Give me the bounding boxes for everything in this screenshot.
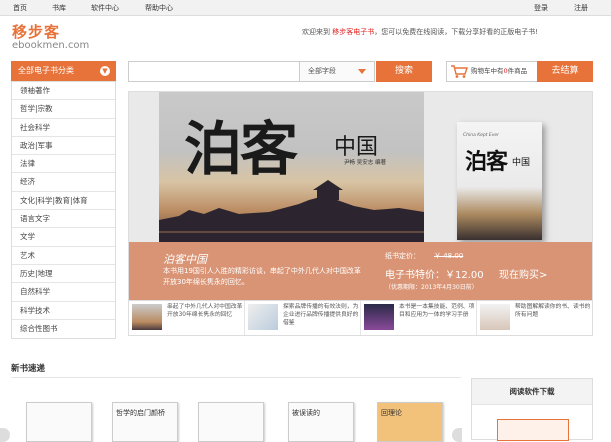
caret-down-icon bbox=[358, 69, 366, 74]
new-book-item[interactable] bbox=[198, 402, 264, 442]
search-button[interactable]: 搜索 bbox=[376, 61, 432, 82]
nav-library-link[interactable]: 书库 bbox=[52, 0, 66, 16]
category-item-language[interactable]: 语言文字 bbox=[12, 210, 115, 229]
category-item-literature[interactable]: 文学 bbox=[12, 228, 115, 247]
new-book-item[interactable]: 被误读的 bbox=[288, 402, 354, 442]
category-item-history[interactable]: 历史|地理 bbox=[12, 265, 115, 284]
book-cover[interactable]: China Kept Ever 泊客 中国 bbox=[457, 122, 542, 240]
welcome-site-name: 移步客电子书 bbox=[332, 28, 375, 36]
banner-info-strip: 泊客中国 本书用19国引人入胜的精彩访谈，串起了中外几代人对中国改革开放30年绵… bbox=[129, 242, 592, 300]
category-header-label: 全部电子书分类 bbox=[18, 66, 74, 75]
thumbnail-image bbox=[132, 304, 162, 330]
new-book-title: 哲学的启门颜桥 bbox=[116, 409, 165, 417]
welcome-message: 欢迎来到 移步客电子书，您可以免费在线阅读，下载分享好看的正版电子书! bbox=[302, 27, 538, 37]
thumbnail-image bbox=[364, 304, 394, 330]
new-book-item[interactable]: 回理论 bbox=[377, 402, 443, 442]
reader-download-panel: 阅读软件下载 bbox=[471, 378, 593, 441]
category-item-general[interactable]: 综合性图书 bbox=[12, 320, 115, 338]
category-item-culture[interactable]: 文化|科学|教育|体育 bbox=[12, 192, 115, 211]
category-item-economics[interactable]: 经济 bbox=[12, 173, 115, 192]
new-book-title: 回理论 bbox=[381, 409, 402, 417]
chevron-down-icon: ▼ bbox=[100, 66, 110, 76]
category-item-technology[interactable]: 科学技术 bbox=[12, 302, 115, 320]
nav-help-link[interactable]: 帮助中心 bbox=[145, 0, 173, 16]
cart-text-prefix: 购物车中有 bbox=[471, 67, 504, 75]
welcome-suffix: ，您可以免费在线阅读，下载分享好看的正版电子书! bbox=[374, 28, 539, 36]
paper-price: 纸书定价： ￥ 48.00 bbox=[385, 251, 463, 261]
new-book-title: 被误读的 bbox=[292, 409, 320, 417]
buy-now-link[interactable]: 现在购买> bbox=[499, 266, 547, 281]
thumbnail-item[interactable]: 串起了中外几代人对中国改革开放30年绵长隽永的回忆 bbox=[129, 301, 245, 335]
banner-book-title: 泊客中国 bbox=[163, 253, 207, 266]
category-item-social-science[interactable]: 社会科学 bbox=[12, 119, 115, 137]
new-book-item[interactable]: 哲学的启门颜桥 bbox=[112, 402, 178, 442]
cart-text-suffix: 件商品 bbox=[507, 67, 528, 75]
thumbnail-item[interactable]: 探索品牌传播的有效法则，为企业进行品牌传播提供良好的借鉴 bbox=[245, 301, 361, 335]
reader-download-button[interactable] bbox=[497, 419, 569, 441]
ebook-special-price: 电子书特价：￥12.00 bbox=[385, 270, 484, 281]
shopping-cart-icon bbox=[451, 65, 468, 78]
category-header[interactable]: 全部电子书分类 ▼ bbox=[11, 61, 116, 81]
register-link[interactable]: 注册 bbox=[574, 0, 588, 16]
category-item-natural-science[interactable]: 自然科学 bbox=[12, 283, 115, 302]
welcome-prefix: 欢迎来到 bbox=[302, 28, 333, 36]
paper-price-label: 纸书定价： bbox=[385, 252, 420, 260]
top-nav-bar: 首页 书库 软件中心 帮助中心 登录 注册 bbox=[0, 0, 611, 16]
cover-chinese-title: 泊客 bbox=[465, 149, 508, 175]
category-item-politics[interactable]: 政治|军事 bbox=[12, 137, 115, 156]
banner-author: 尹畅 吴安志 编著 bbox=[344, 160, 386, 166]
reader-download-title: 阅读软件下载 bbox=[472, 379, 592, 405]
thumbnail-caption: 帮助图解解读你的书、读书的所有问题 bbox=[515, 304, 591, 318]
banner-thumbnail-strip: 串起了中外几代人对中国改革开放30年绵长隽永的回忆 探索品牌传播的有效法则，为企… bbox=[128, 301, 593, 336]
banner-title-suffix: 中国 bbox=[334, 135, 379, 160]
search-field-value: 全部字段 bbox=[308, 67, 336, 75]
category-item-philosophy[interactable]: 哲学|宗教 bbox=[12, 100, 115, 119]
nav-software-link[interactable]: 软件中心 bbox=[91, 0, 119, 16]
logo-chinese[interactable]: 移步客 bbox=[12, 21, 60, 42]
offer-deadline-note: （优惠期限：2013年4月30日前） bbox=[385, 284, 478, 291]
banner-calligraphy-title: 泊客 bbox=[184, 115, 298, 183]
login-link[interactable]: 登录 bbox=[534, 0, 548, 16]
banner-description: 本书用19国引人入胜的精彩访谈，串起了中外几代人对中国改革开放30年绵长隽永的回… bbox=[163, 267, 361, 286]
thumbnail-image bbox=[480, 304, 510, 330]
cover-english-title: China Kept Ever bbox=[463, 133, 500, 138]
thumbnail-image bbox=[248, 304, 278, 330]
thumbnail-caption: 探索品牌传播的有效法则，为企业进行品牌传播提供良好的借鉴 bbox=[283, 304, 359, 326]
category-item-law[interactable]: 法律 bbox=[12, 155, 115, 174]
cover-chinese-suffix: 中国 bbox=[512, 158, 531, 168]
nav-home-link[interactable]: 首页 bbox=[13, 0, 27, 16]
cart-summary[interactable]: 购物车中有0件商品 bbox=[446, 61, 538, 82]
thumbnail-item[interactable]: 本书是一本集技能、范例、项目和应用为一体的学习手册 bbox=[361, 301, 477, 335]
new-books-heading: 新书速递 bbox=[11, 364, 46, 374]
new-book-item[interactable] bbox=[26, 402, 92, 442]
divider bbox=[11, 377, 461, 378]
logo-domain[interactable]: ebookmen.com bbox=[12, 40, 89, 51]
category-list: 领袖著作 哲学|宗教 社会科学 政治|军事 法律 经济 文化|科学|教育|体育 … bbox=[11, 81, 116, 340]
thumbnail-item[interactable]: 帮助图解解读你的书、读书的所有问题 bbox=[477, 301, 593, 335]
featured-banner[interactable]: 泊客 中国 尹畅 吴安志 编著 China Kept Ever 泊客 中国 泊客… bbox=[128, 91, 593, 301]
checkout-button[interactable]: 去结算 bbox=[537, 61, 593, 82]
category-item-leaders[interactable]: 领袖著作 bbox=[12, 82, 115, 101]
search-field-select[interactable]: 全部字段 bbox=[299, 61, 375, 82]
thumbnail-caption: 串起了中外几代人对中国改革开放30年绵长隽永的回忆 bbox=[167, 304, 243, 318]
search-input[interactable] bbox=[128, 61, 300, 82]
thumbnail-caption: 本书是一本集技能、范例、项目和应用为一体的学习手册 bbox=[399, 304, 475, 318]
category-item-art[interactable]: 艺术 bbox=[12, 247, 115, 265]
paper-price-value: ￥ 48.00 bbox=[434, 252, 464, 260]
